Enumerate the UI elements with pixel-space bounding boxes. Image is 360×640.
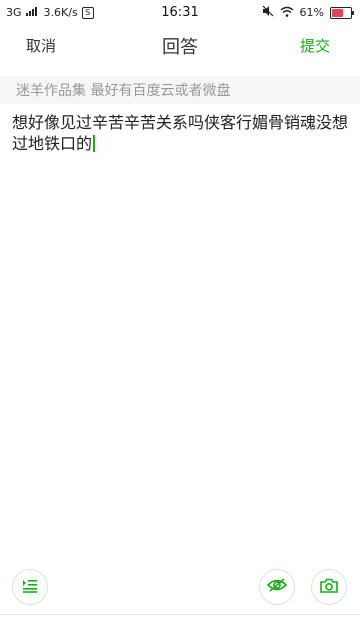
status-right-group: 61% xyxy=(262,5,354,20)
text-cursor xyxy=(93,135,96,152)
question-header: 迷羊作品集 最好有百度云或者微盘 xyxy=(0,76,360,104)
battery-icon xyxy=(330,6,354,19)
bottom-toolbar xyxy=(0,560,360,614)
anonymous-toggle-button[interactable] xyxy=(259,569,295,605)
status-bar: 3G 3.6K/s S 16:31 61% xyxy=(0,0,360,26)
submit-button[interactable]: 提交 xyxy=(300,35,330,56)
answer-text: 想好像见过辛苦辛苦关系吗侠客行媚骨销魂没想过地铁口的 xyxy=(12,113,349,153)
battery-fill xyxy=(332,8,343,17)
format-button[interactable] xyxy=(12,569,48,605)
list-format-icon xyxy=(22,578,38,597)
camera-button[interactable] xyxy=(311,569,347,605)
question-title: 迷羊作品集 最好有百度云或者微盘 xyxy=(16,83,231,99)
mute-icon xyxy=(262,5,274,20)
nav-bar: 取消 回答 提交 xyxy=(0,26,360,66)
answer-input[interactable]: 想好像见过辛苦辛苦关系吗侠客行媚骨销魂没想过地铁口的 xyxy=(12,112,350,154)
answer-screen: 3G 3.6K/s S 16:31 61% 取消 回答 提交 迷羊作品集 最好有… xyxy=(0,0,360,640)
bottom-spacer xyxy=(0,615,360,640)
eye-hide-icon xyxy=(266,577,288,597)
battery-percent: 61% xyxy=(299,6,324,19)
camera-icon xyxy=(320,578,338,597)
wifi-icon xyxy=(280,6,294,20)
